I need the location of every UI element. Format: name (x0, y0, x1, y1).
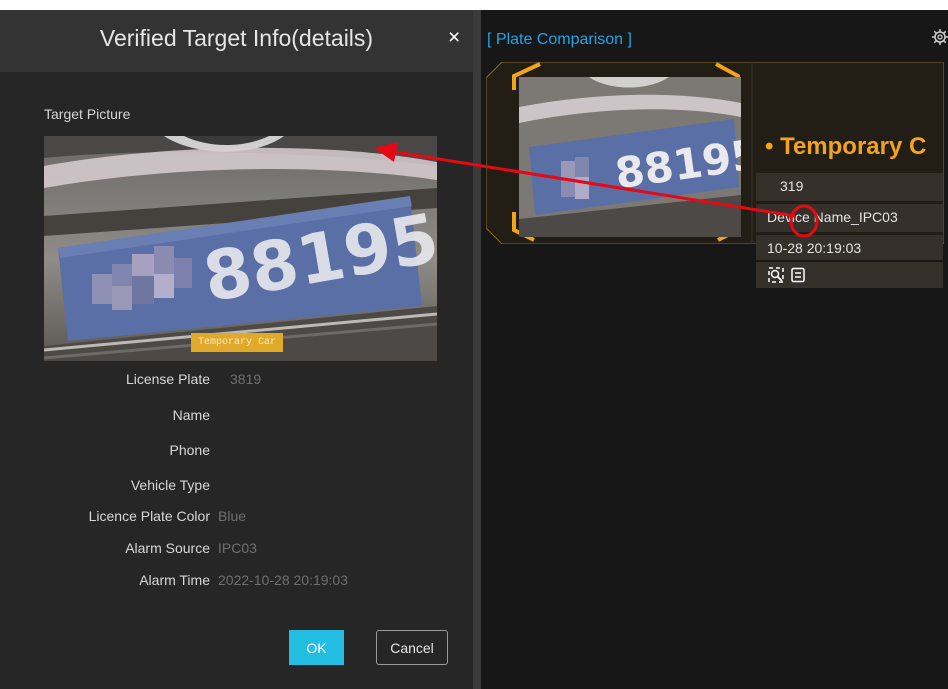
card-device-text: Device Name_IPC03 (767, 209, 898, 225)
comparison-card[interactable]: 88195 • Temporary C 319 Device Name_IPC0… (486, 62, 944, 288)
field-label: Name (172, 407, 210, 423)
field-value: 3819 (230, 371, 262, 387)
cancel-button[interactable]: Cancel (376, 630, 448, 665)
field-name: Name (0, 407, 473, 427)
card-plate-number: 319 (756, 173, 943, 201)
target-picture-label: Target Picture (44, 106, 131, 122)
plate-comparison-panel: [ Plate Comparison ] 88195 • Temporary C… (481, 10, 948, 689)
field-alarm-time: Alarm Time 2022-10-28 20:19:03 (0, 572, 473, 592)
dialog-title: Verified Target Info(details) (99, 25, 374, 51)
ok-button[interactable]: OK (289, 630, 344, 665)
field-label: Licence Plate Color (88, 508, 210, 524)
target-picture: 88195 Temporary Car (44, 136, 437, 361)
gear-icon[interactable] (932, 29, 948, 45)
card-device-name: Device Name_IPC03 (756, 204, 943, 232)
field-label: Vehicle Type (130, 477, 210, 493)
verified-target-dialog: Verified Target Info(details) × Target P… (0, 10, 473, 689)
field-label: Alarm Time (139, 572, 210, 588)
card-plate-text: 319 (780, 178, 804, 194)
dialog-header: Verified Target Info(details) × (0, 10, 473, 72)
field-plate-color: Licence Plate Color Blue (0, 508, 473, 528)
field-alarm-source: Alarm Source IPC03 (0, 540, 473, 560)
details-icon[interactable] (790, 267, 806, 283)
temporary-car-tag: Temporary Car (191, 333, 284, 352)
card-icon-row (756, 262, 943, 288)
card-vehicle-name: • Temporary C (765, 133, 927, 160)
panel-title: [ Plate Comparison ] (487, 31, 632, 48)
field-license-plate: License Plate 3819 (0, 371, 473, 391)
card-time-text: 10-28 20:19:03 (767, 240, 862, 256)
field-vehicle-type: Vehicle Type (0, 477, 473, 497)
field-label: License Plate (125, 371, 210, 387)
field-value: 2022-10-28 20:19:03 (218, 572, 348, 588)
card-plate-photo: 88195 (519, 77, 741, 237)
field-phone: Phone (0, 442, 473, 462)
plate-photo: 88195 (44, 136, 437, 361)
field-label: Alarm Source (125, 540, 210, 556)
card-time: 10-28 20:19:03 (756, 235, 943, 260)
panel-divider (473, 10, 481, 689)
field-value: IPC03 (218, 540, 257, 556)
search-icon[interactable] (768, 267, 784, 283)
field-value: Blue (218, 508, 247, 524)
field-label: Phone (169, 442, 210, 458)
close-icon[interactable]: × (448, 26, 460, 50)
